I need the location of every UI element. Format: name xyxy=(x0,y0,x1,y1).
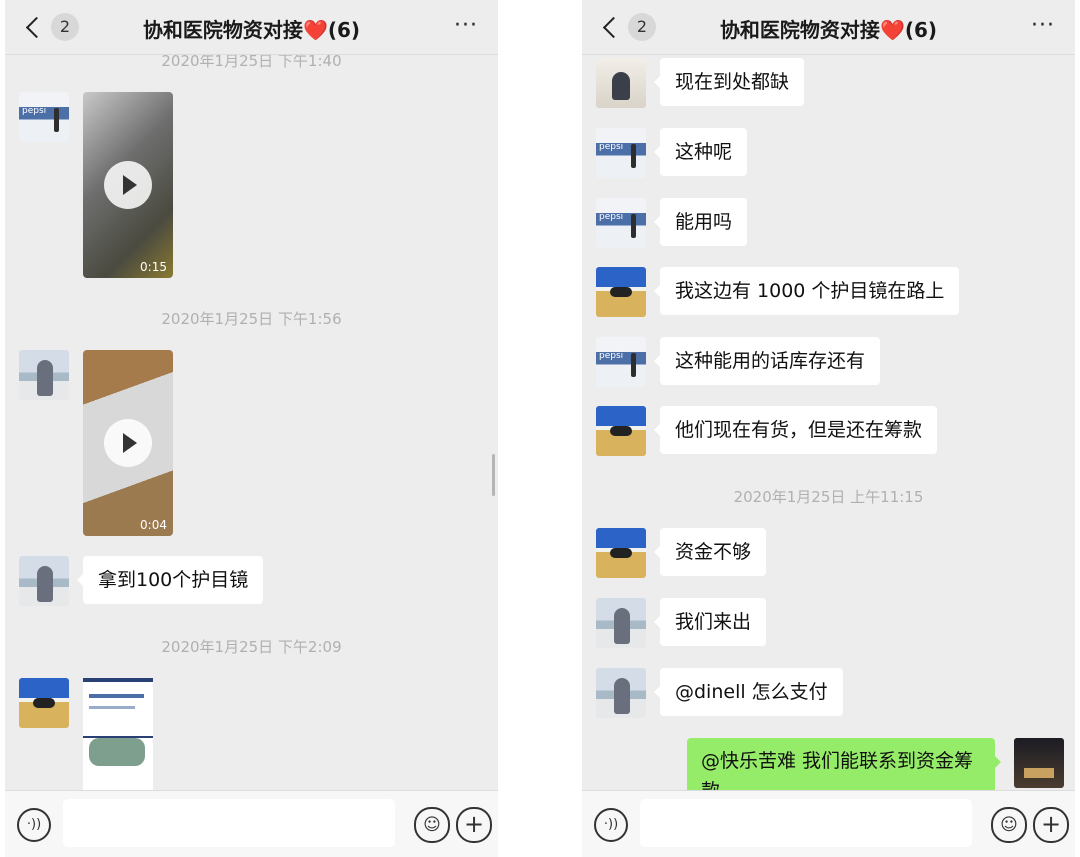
input-bar: ·)) ☺ + xyxy=(582,790,1075,857)
input-bar: ·)) ☺ + xyxy=(5,790,498,857)
timestamp: 2020年1月25日 下午2:09 xyxy=(161,638,342,656)
text-message[interactable]: 资金不够 xyxy=(653,528,767,576)
girls-avatar[interactable] xyxy=(19,350,69,400)
chat-screen-left: 2 协和医院物资对接❤️(6) ··· 2020年1月25日 下午1:40 pe… xyxy=(5,0,498,857)
more-icon[interactable]: ··· xyxy=(454,13,478,38)
pepsi-avatar[interactable]: pepsi xyxy=(596,337,646,387)
text-message[interactable]: 现在到处都缺 xyxy=(653,58,805,106)
text-message[interactable]: 这种能用的话库存还有 xyxy=(653,337,881,385)
play-icon[interactable] xyxy=(104,161,152,209)
pepsi-avatar[interactable]: pepsi xyxy=(596,128,646,178)
bison-avatar[interactable] xyxy=(596,528,646,578)
plus-icon[interactable]: + xyxy=(456,807,492,843)
text-message[interactable]: 能用吗 xyxy=(653,198,748,246)
own-avatar[interactable] xyxy=(1014,738,1064,788)
timestamp: 2020年1月25日 上午11:15 xyxy=(733,488,924,506)
chat-title-text: 协和医院物资对接 xyxy=(719,18,880,42)
more-icon[interactable]: ··· xyxy=(1031,13,1055,38)
plus-icon[interactable]: + xyxy=(1033,807,1069,843)
text-message[interactable]: 拿到100个护目镜 xyxy=(76,556,264,604)
scroll-indicator[interactable] xyxy=(492,454,495,496)
chat-screen-right: 2 协和医院物资对接❤️(6) ··· 现在到处都缺 pepsi 这种呢 pep… xyxy=(582,0,1075,857)
bison-avatar[interactable] xyxy=(19,678,69,728)
voice-icon[interactable]: ·)) xyxy=(17,808,51,842)
image-message[interactable] xyxy=(83,678,153,794)
member-count: (6) xyxy=(327,18,361,42)
girls-avatar[interactable] xyxy=(19,556,69,606)
message-input[interactable] xyxy=(640,799,972,847)
video-message[interactable]: 0:04 xyxy=(83,350,173,536)
text-message[interactable]: 这种呢 xyxy=(653,128,748,176)
text-message[interactable]: 他们现在有货，但是还在筹款 xyxy=(653,406,938,454)
play-icon[interactable] xyxy=(104,419,152,467)
man-avatar[interactable] xyxy=(596,58,646,108)
member-count: (6) xyxy=(904,18,938,42)
pepsi-avatar[interactable]: pepsi xyxy=(596,198,646,248)
emoji-icon[interactable]: ☺ xyxy=(991,807,1027,843)
video-duration: 0:04 xyxy=(140,518,167,532)
emoji-icon[interactable]: ☺ xyxy=(414,807,450,843)
text-message[interactable]: 我这边有 1000 个护目镜在路上 xyxy=(653,267,960,315)
video-duration: 0:15 xyxy=(140,260,167,274)
voice-icon[interactable]: ·)) xyxy=(594,808,628,842)
chat-title: 协和医院物资对接❤️(6) xyxy=(5,14,498,43)
girls-avatar[interactable] xyxy=(596,668,646,718)
timestamp: 2020年1月25日 下午1:56 xyxy=(161,310,342,328)
text-message[interactable]: @dinell 怎么支付 xyxy=(654,668,843,716)
chat-title: 协和医院物资对接❤️(6) xyxy=(582,14,1075,43)
video-message[interactable]: 0:15 xyxy=(83,92,173,278)
chat-header: 2 协和医院物资对接❤️(6) ··· xyxy=(582,0,1075,55)
chat-title-text: 协和医院物资对接 xyxy=(142,18,303,42)
heart-icon: ❤️ xyxy=(302,18,328,42)
bison-avatar[interactable] xyxy=(596,267,646,317)
bison-avatar[interactable] xyxy=(596,406,646,456)
text-message[interactable]: 我们来出 xyxy=(653,598,767,646)
pepsi-avatar[interactable]: pepsi xyxy=(19,92,69,142)
girls-avatar[interactable] xyxy=(596,598,646,648)
chat-header: 2 协和医院物资对接❤️(6) ··· xyxy=(5,0,498,55)
message-input[interactable] xyxy=(63,799,395,847)
heart-icon: ❤️ xyxy=(879,18,905,42)
